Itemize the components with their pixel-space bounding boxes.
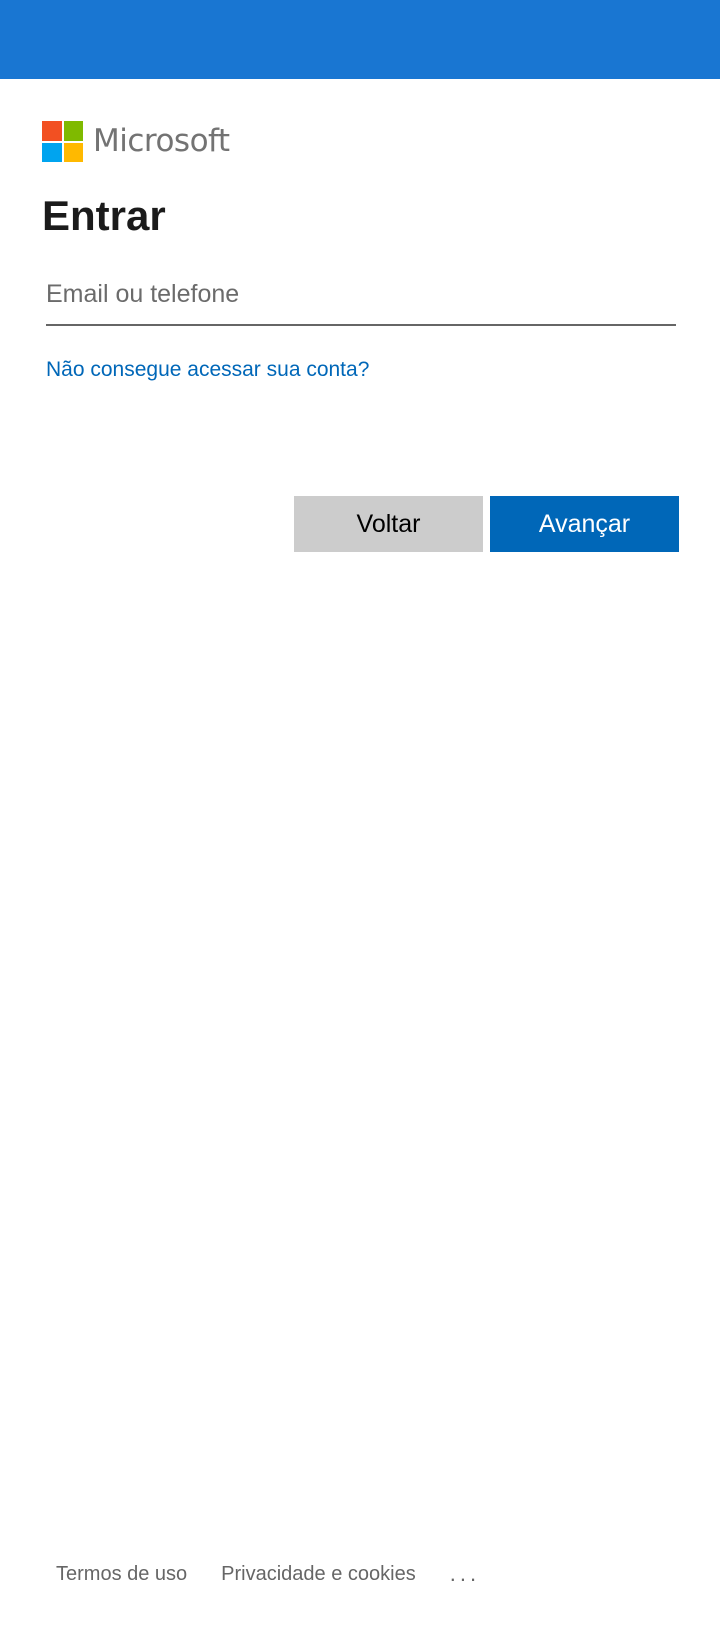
email-phone-input[interactable] [46, 266, 676, 322]
privacy-cookies-link[interactable]: Privacidade e cookies [221, 1556, 416, 1592]
logo-square-yellow [63, 142, 83, 162]
next-button[interactable]: Avançar [490, 496, 679, 552]
terms-of-use-link[interactable]: Termos de uso [56, 1556, 187, 1592]
back-button[interactable]: Voltar [294, 496, 483, 552]
header-bar [0, 0, 720, 79]
cant-access-account-link[interactable]: Não consegue acessar sua conta? [46, 355, 369, 385]
signin-page: Microsoft Entrar Não consegue acessar su… [0, 0, 720, 1640]
email-field-container [46, 266, 676, 326]
logo-square-green [63, 121, 83, 141]
footer: Termos de uso Privacidade e cookies ... [56, 1556, 480, 1592]
logo-square-blue [42, 142, 62, 162]
page-title: Entrar [42, 192, 166, 239]
more-options-icon[interactable]: ... [450, 1556, 480, 1592]
logo-square-red [42, 121, 62, 141]
microsoft-logo: Microsoft [42, 121, 230, 162]
microsoft-logo-icon [42, 121, 83, 162]
logo-wordmark: Microsoft [93, 123, 230, 159]
